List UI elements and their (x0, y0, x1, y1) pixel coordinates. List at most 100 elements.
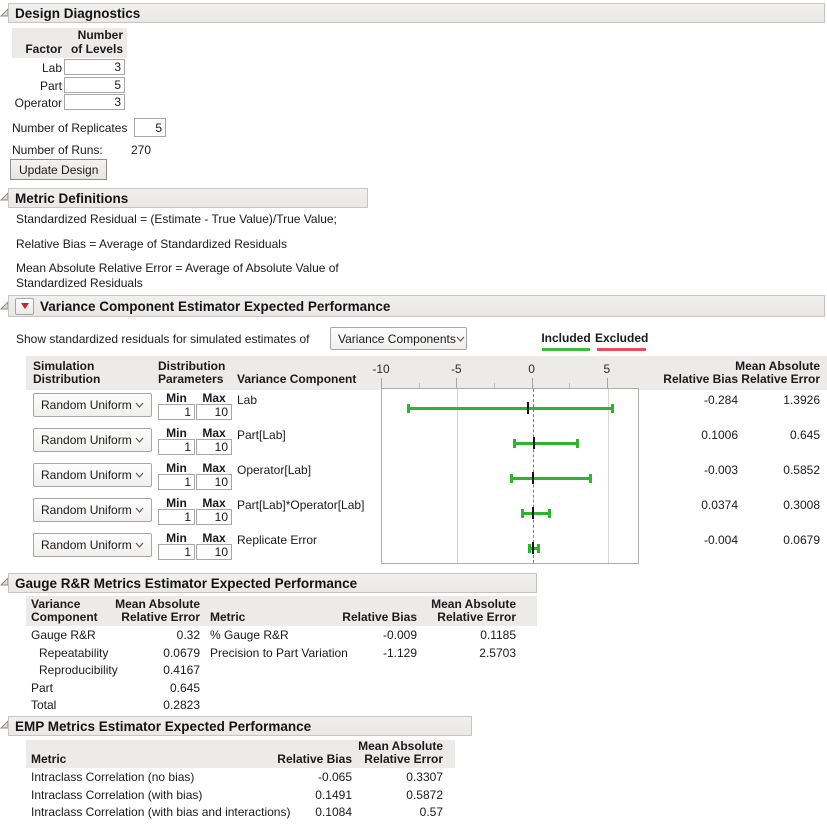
dropdown-value: Random Uniform (41, 398, 132, 412)
mare-cell: 0.0679 (100, 646, 200, 660)
factor-row: Operator (12, 94, 142, 111)
relative-bias-cell: -0.065 (252, 770, 352, 784)
emp-table-row: Intraclass Correlation (no bias) -0.065 … (26, 770, 455, 787)
col-header-variance-component: Component (31, 611, 98, 624)
max-input[interactable] (196, 404, 232, 420)
mare-cell: 0.645 (100, 681, 200, 695)
variance-component-label: Part[Lab] (237, 428, 286, 442)
mare-value: 0.645 (720, 428, 820, 442)
max-input[interactable] (196, 439, 232, 455)
vce-row: Random Uniform Min Max Replicate Error -… (0, 531, 827, 566)
simulation-distribution-dropdown[interactable]: Random Uniform (33, 463, 152, 487)
factor-name: Lab (12, 61, 62, 75)
min-input[interactable] (158, 474, 195, 490)
variance-component-label: Part[Lab]*Operator[Lab] (237, 498, 364, 512)
red-triangle-icon (21, 303, 29, 309)
variance-component-label: Operator[Lab] (237, 463, 311, 477)
col-header-metric: Metric (31, 753, 66, 766)
min-label: Min (158, 531, 195, 544)
factor-table-header: Factor Number of Levels (12, 28, 127, 58)
relative-bias-cell: -1.129 (317, 646, 417, 660)
red-triangle-menu-button[interactable] (15, 298, 34, 315)
replicates-input[interactable] (134, 118, 166, 137)
min-label: Min (158, 426, 195, 439)
estimates-dropdown[interactable]: Variance Components (330, 327, 467, 350)
gauge-table-row: Total 0.2823 (26, 698, 537, 715)
max-label: Max (196, 531, 232, 544)
gauge-table-row: Gauge R&R 0.32 % Gauge R&R -0.009 0.1185 (26, 628, 537, 645)
section-header-gauge-rr[interactable]: Gauge R&R Metrics Estimator Expected Per… (8, 573, 537, 593)
min-input[interactable] (158, 404, 195, 420)
simulation-distribution-dropdown[interactable]: Random Uniform (33, 533, 152, 557)
chevron-down-icon (456, 336, 465, 342)
min-input[interactable] (158, 509, 195, 525)
mare-cell: 0.2823 (100, 698, 200, 712)
chevron-down-icon (135, 402, 144, 408)
emp-table: Metric Relative Bias Mean Absolute Relat… (26, 740, 455, 826)
section-header-design-diagnostics[interactable]: Design Diagnostics (8, 3, 825, 23)
min-input[interactable] (158, 544, 195, 560)
col-header-mare: Relative Error (416, 611, 516, 624)
mare-cell: 0.3307 (343, 770, 443, 784)
dropdown-value: Random Uniform (41, 433, 132, 447)
section-header-vce[interactable]: Variance Component Estimator Expected Pe… (8, 295, 825, 317)
col-header-distribution-parameters: Parameters (158, 373, 223, 386)
metric-definition-line: Relative Bias = Average of Standardized … (16, 237, 378, 252)
chevron-down-icon (135, 542, 144, 548)
dropdown-value: Random Uniform (41, 468, 132, 482)
section-header-emp[interactable]: EMP Metrics Estimator Expected Performan… (8, 716, 472, 736)
dropdown-value: Random Uniform (41, 503, 132, 517)
col-header-metric: Metric (210, 611, 245, 624)
variance-component-label: Replicate Error (237, 533, 317, 547)
metric-definition-line: Mean Absolute Relative Error = Average o… (16, 261, 378, 291)
factor-row: Part (12, 77, 142, 94)
mare-value: 0.5852 (720, 463, 820, 477)
gauge-table-row: Repeatability 0.0679 Precision to Part V… (26, 646, 537, 663)
simulation-distribution-dropdown[interactable]: Random Uniform (33, 393, 152, 417)
vce-row: Random Uniform Min Max Lab -0.284 1.3926 (0, 391, 827, 426)
max-input[interactable] (196, 544, 232, 560)
vce-row: Random Uniform Min Max Operator[Lab] -0.… (0, 461, 827, 496)
axis-tick-label: 0 (517, 362, 547, 376)
levels-input[interactable] (64, 59, 125, 75)
legend-excluded-swatch (597, 348, 646, 351)
relative-bias-cell: 0.1491 (252, 788, 352, 802)
factor-row: Lab (12, 59, 142, 76)
levels-column-header-line1: Number (64, 28, 123, 42)
simulation-distribution-dropdown[interactable]: Random Uniform (33, 428, 152, 452)
runs-label: Number of Runs: (12, 143, 103, 157)
section-header-metric-definitions[interactable]: Metric Definitions (8, 188, 368, 208)
legend-included-label: Included (540, 331, 592, 345)
min-input[interactable] (158, 439, 195, 455)
axis-tick (381, 378, 382, 388)
max-label: Max (196, 426, 232, 439)
simulation-distribution-dropdown[interactable]: Random Uniform (33, 498, 152, 522)
variance-component-cell: Part (31, 681, 53, 695)
emp-table-row: Intraclass Correlation (with bias and in… (26, 805, 455, 822)
max-label: Max (196, 391, 232, 404)
show-residuals-label: Show standardized residuals for simulate… (16, 332, 309, 346)
mare-cell: 2.5703 (416, 646, 516, 660)
levels-column-header-line2: of Levels (64, 42, 123, 56)
factor-name: Operator (12, 96, 62, 110)
variance-component-label: Lab (237, 393, 257, 407)
col-header-relative-bias: Relative Bias (317, 611, 417, 624)
mare-value: 0.0679 (720, 533, 820, 547)
variance-component-cell: Total (31, 698, 56, 712)
axis-tick-label: 5 (592, 362, 622, 376)
chevron-down-icon (135, 472, 144, 478)
min-label: Min (158, 391, 195, 404)
relative-bias-cell: -0.009 (317, 628, 417, 642)
levels-input[interactable] (64, 77, 125, 93)
levels-input[interactable] (64, 94, 125, 110)
col-header-mare: Relative Error (100, 611, 200, 624)
section-title: Metric Definitions (15, 191, 128, 206)
gauge-table-row: Part 0.645 (26, 681, 537, 698)
max-input[interactable] (196, 474, 232, 490)
variance-component-cell: Gauge R&R (31, 628, 96, 642)
axis-tick (456, 378, 457, 388)
update-design-button[interactable]: Update Design (10, 159, 107, 180)
max-input[interactable] (196, 509, 232, 525)
max-label: Max (196, 461, 232, 474)
axis-tick-label: -5 (441, 362, 471, 376)
